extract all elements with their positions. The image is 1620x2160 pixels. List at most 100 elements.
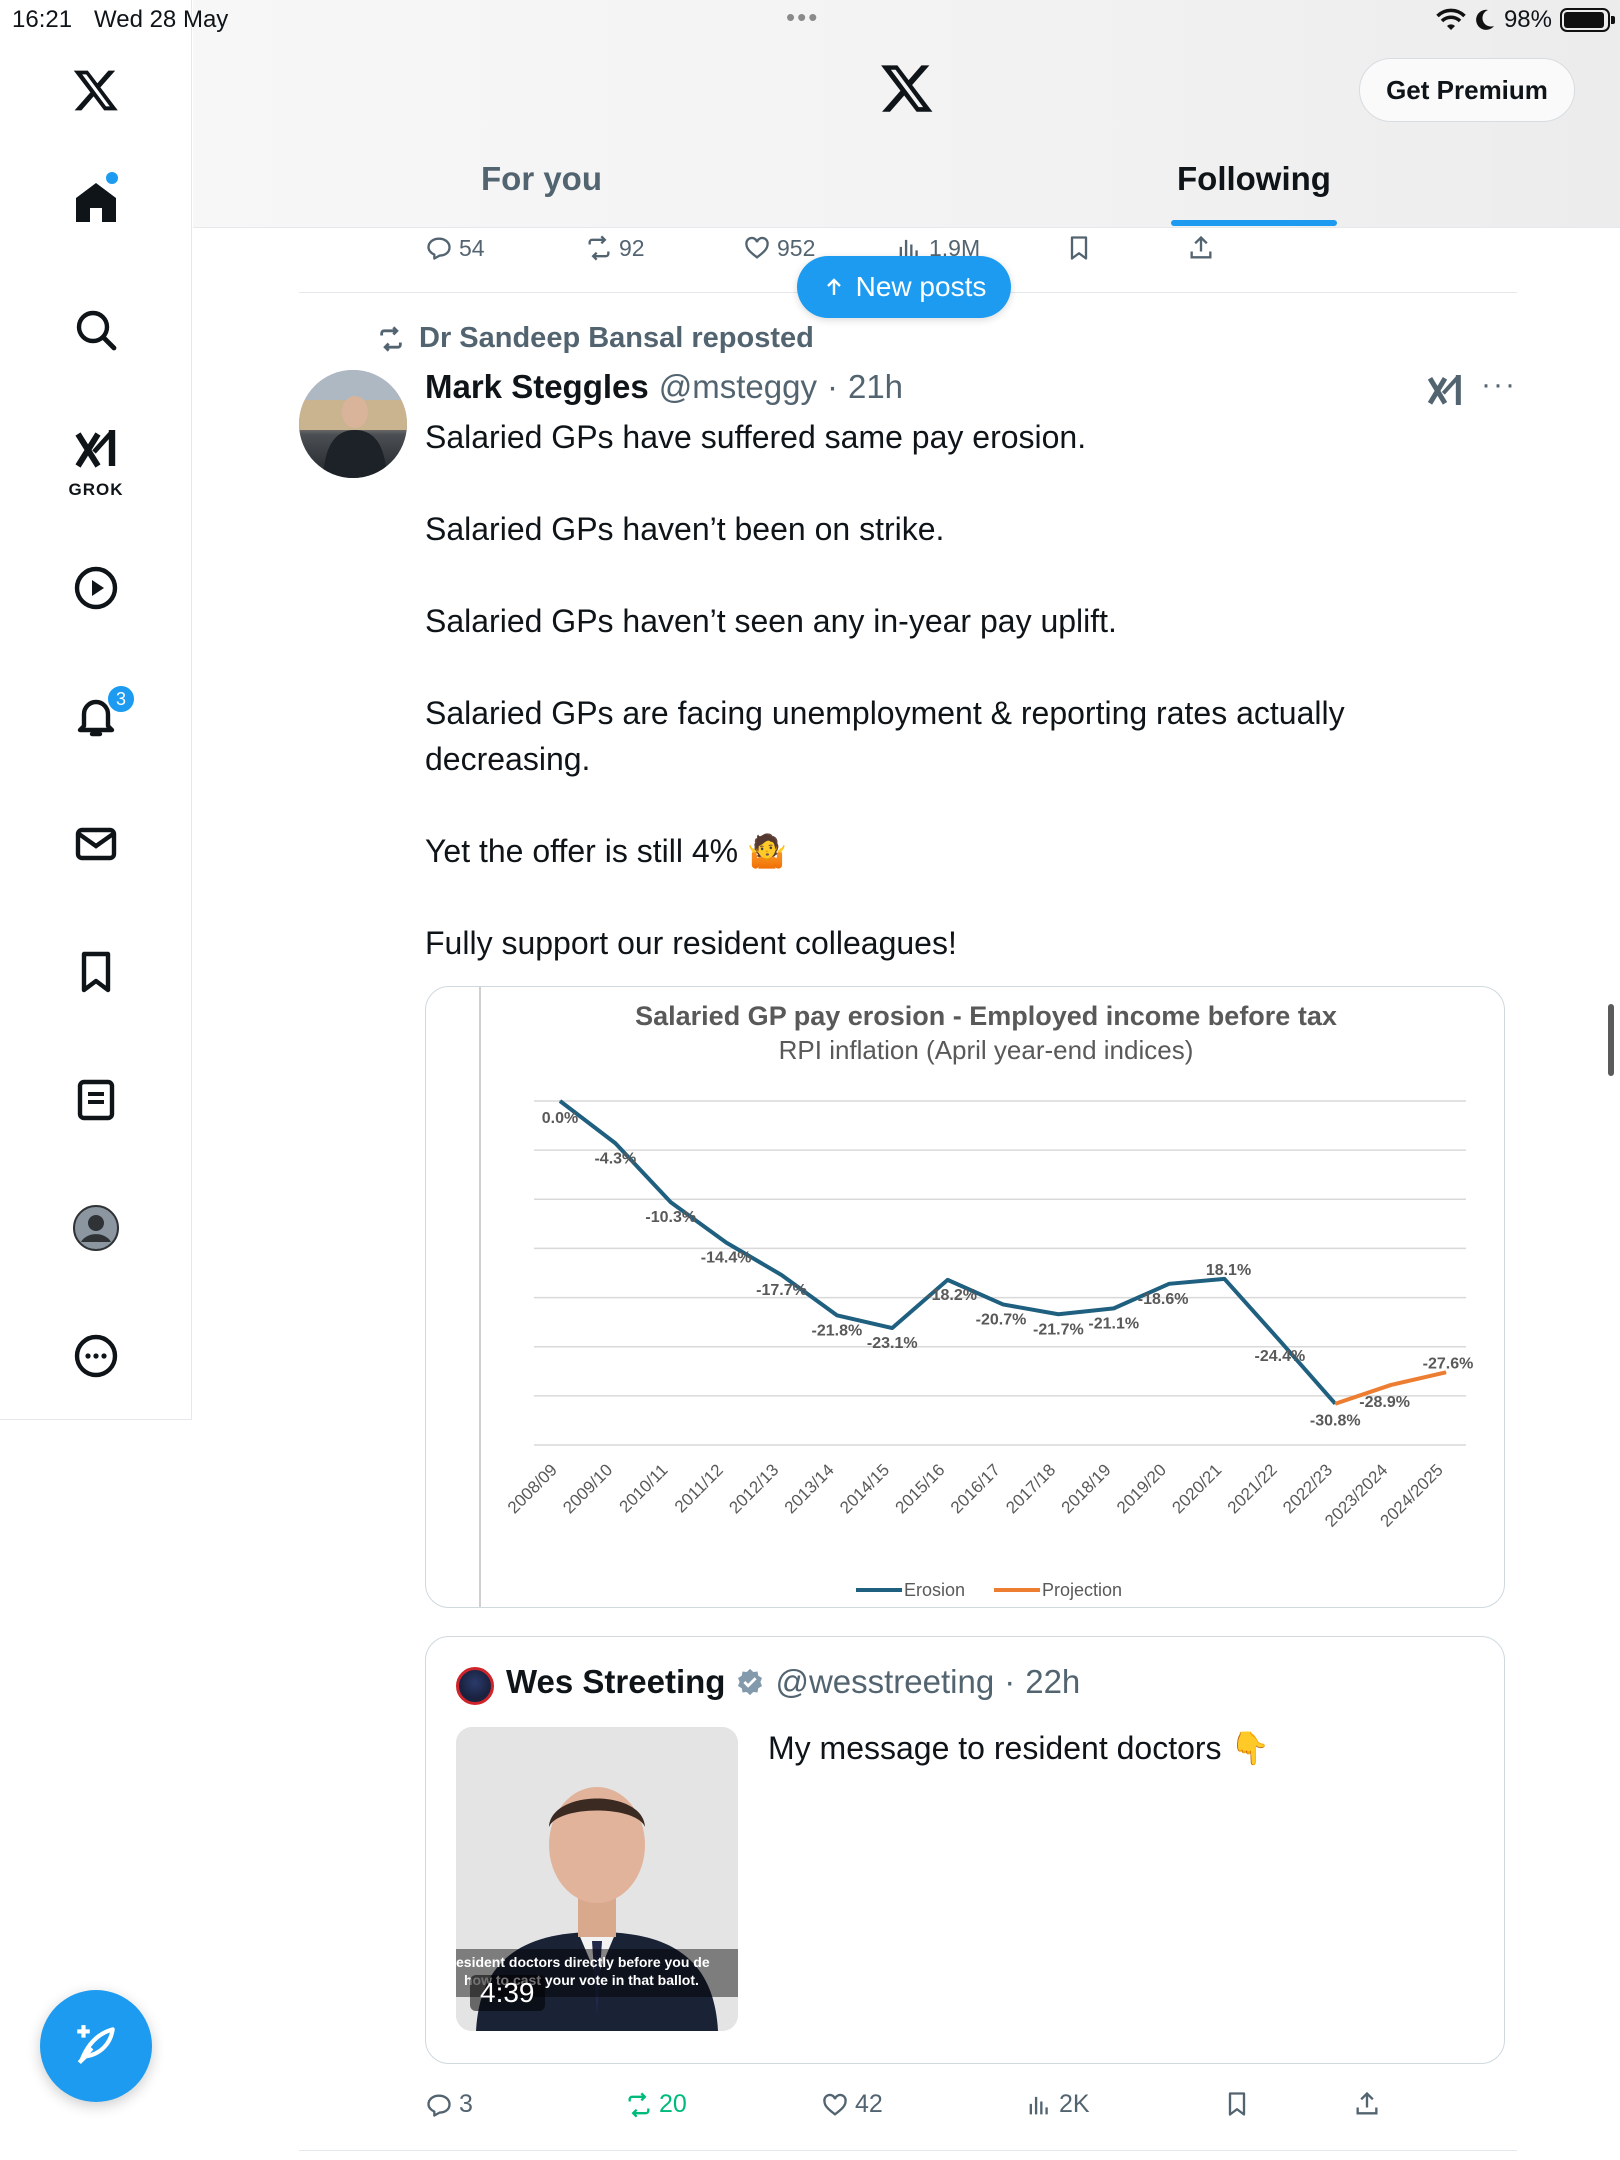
active-tab-indicator xyxy=(1171,220,1337,226)
post-paragraph: Yet the offer is still 4% 🤷 xyxy=(425,833,787,869)
quote-video-thumbnail[interactable]: esident doctors directly before you de h… xyxy=(456,1727,738,2031)
chart-x-tick-label: 2017/18 xyxy=(1002,1460,1059,1517)
chart-data-label: 18.1% xyxy=(1206,1262,1251,1279)
chart-data-label: -14.4% xyxy=(701,1250,752,1267)
chart-data-point xyxy=(725,1242,727,1244)
post-paragraph: Salaried GPs haven’t seen any in-year pa… xyxy=(425,603,1117,639)
profile-avatar-icon[interactable] xyxy=(64,1196,128,1260)
post-image-chart[interactable]: Salaried GP pay erosion - Employed incom… xyxy=(425,986,1505,1608)
quote-author[interactable]: Wes Streeting @wesstreeting · 22h xyxy=(506,1663,1080,1701)
chart-data-point xyxy=(947,1279,949,1281)
repost-icon xyxy=(588,235,610,261)
chart-x-tick-label: 2011/12 xyxy=(671,1460,727,1516)
chart-data-label: -27.6% xyxy=(1423,1355,1474,1372)
lists-icon[interactable] xyxy=(64,1068,128,1132)
like-count: 952 xyxy=(777,234,816,261)
moon-icon xyxy=(1476,9,1494,30)
multitasking-dots-icon[interactable]: ••• xyxy=(786,2,819,33)
post-divider xyxy=(299,2150,1517,2151)
x-logo-icon[interactable] xyxy=(64,58,128,122)
meta-separator: · xyxy=(1004,1663,1016,1700)
bookmark-button[interactable] xyxy=(1065,234,1093,262)
reply-button[interactable]: 54 xyxy=(425,234,485,262)
chart-data-label: -17.7% xyxy=(756,1282,807,1299)
views-icon xyxy=(1029,2096,1048,2114)
post-more-options-icon[interactable]: ··· xyxy=(1481,368,1517,402)
repost-attribution[interactable]: Dr Sandeep Bansal reposted xyxy=(375,322,814,355)
quote-author-name[interactable]: Wes Streeting xyxy=(506,1663,725,1701)
grok-explain-icon[interactable] xyxy=(1425,370,1465,410)
video-duration: 4:39 xyxy=(470,1975,545,2011)
quote-text: My message to resident doctors 👇 xyxy=(768,1730,1271,1766)
reply-count: 54 xyxy=(459,234,485,261)
repost-icon xyxy=(628,2092,650,2117)
author-name[interactable]: Mark Steggles xyxy=(425,368,649,406)
chart-legend-label: Projection xyxy=(1042,1580,1122,1600)
status-indicators: 98% xyxy=(1436,6,1615,34)
grok-label: GROK xyxy=(68,480,124,499)
post-author[interactable]: Mark Steggles @msteggy · 21h xyxy=(425,368,903,406)
chart-x-tick-label: 2009/10 xyxy=(559,1460,616,1517)
bookmarks-icon[interactable] xyxy=(64,940,128,1004)
chart-x-tick-label: 2015/16 xyxy=(892,1460,949,1517)
author-avatar[interactable] xyxy=(299,370,407,478)
views-button[interactable]: 2K xyxy=(1025,2090,1090,2119)
tab-for-you[interactable]: For you xyxy=(481,160,602,198)
reply-button[interactable]: 3 xyxy=(425,2090,473,2119)
share-button[interactable] xyxy=(1353,2090,1381,2118)
compose-feather-icon xyxy=(77,2025,115,2065)
video-icon[interactable] xyxy=(64,556,128,620)
chart-subtitle: RPI inflation (April year-end indices) xyxy=(779,1035,1194,1065)
reposted-by-text: Dr Sandeep Bansal reposted xyxy=(419,322,814,354)
chart-x-tick-label: 2016/17 xyxy=(947,1460,1004,1517)
share-button[interactable] xyxy=(1187,234,1215,262)
author-photo xyxy=(299,370,407,478)
chart-data-point xyxy=(836,1314,838,1316)
meta-separator: · xyxy=(826,368,838,405)
search-icon[interactable] xyxy=(64,298,128,362)
bookmark-icon xyxy=(1228,2092,1246,2116)
repost-small-icon xyxy=(380,325,402,352)
video-caption-line-1: esident doctors directly before you de xyxy=(456,1954,710,1970)
repost-count: 20 xyxy=(659,2090,687,2118)
post-paragraph: Fully support our resident colleagues! xyxy=(425,925,957,961)
new-posts-label: New posts xyxy=(855,271,987,302)
bookmark-button[interactable] xyxy=(1223,2090,1251,2118)
more-icon[interactable] xyxy=(64,1324,128,1388)
scrollbar[interactable] xyxy=(1608,1004,1614,1076)
like-button[interactable]: 952 xyxy=(743,234,815,262)
home-icon[interactable] xyxy=(64,170,128,234)
new-posts-pill[interactable]: New posts xyxy=(797,256,1011,318)
quote-time[interactable]: 22h xyxy=(1025,1663,1080,1701)
chart-data-label: -10.3% xyxy=(645,1209,696,1226)
chart-series-erosion xyxy=(558,1099,1337,1406)
chart-x-tick-label: 2019/20 xyxy=(1113,1460,1170,1517)
chart-x-tick-label: 2014/15 xyxy=(836,1460,893,1517)
chart-data-label: -18.6% xyxy=(1138,1291,1189,1308)
post-actions: 3 20 42 2K xyxy=(425,2090,1525,2134)
heart-icon xyxy=(745,236,769,259)
chart-data-label: -30.8% xyxy=(1310,1413,1361,1430)
like-button[interactable]: 42 xyxy=(821,2090,883,2119)
compose-button[interactable] xyxy=(40,1990,152,2102)
battery-icon xyxy=(1560,8,1615,32)
tab-following[interactable]: Following xyxy=(1177,160,1331,198)
notifications-badge: 3 xyxy=(106,684,136,714)
grok-icon[interactable] xyxy=(64,418,128,482)
post-time[interactable]: 21h xyxy=(848,368,903,406)
chart-x-tick-label: 2018/19 xyxy=(1058,1460,1115,1517)
chart-title: Salaried GP pay erosion - Employed incom… xyxy=(635,1001,1337,1031)
get-premium-button[interactable]: Get Premium xyxy=(1359,58,1575,122)
repost-button[interactable]: 92 xyxy=(585,234,645,262)
messages-icon[interactable] xyxy=(64,812,128,876)
chart-data-point xyxy=(1057,1313,1059,1315)
repost-button[interactable]: 20 xyxy=(625,2090,687,2119)
x-header-logo-icon[interactable] xyxy=(879,60,935,116)
chart-x-tick-label: 2013/14 xyxy=(781,1460,838,1517)
quote-author-handle[interactable]: @wesstreeting xyxy=(775,1663,994,1701)
quoted-post[interactable]: Wes Streeting @wesstreeting · 22h esiden… xyxy=(425,1636,1505,2064)
chart-x-tick-label: 2008/09 xyxy=(504,1460,561,1517)
author-handle[interactable]: @msteggy xyxy=(659,368,817,406)
quote-author-avatar[interactable] xyxy=(456,1667,494,1705)
chart-data-label: -21.1% xyxy=(1088,1315,1139,1332)
